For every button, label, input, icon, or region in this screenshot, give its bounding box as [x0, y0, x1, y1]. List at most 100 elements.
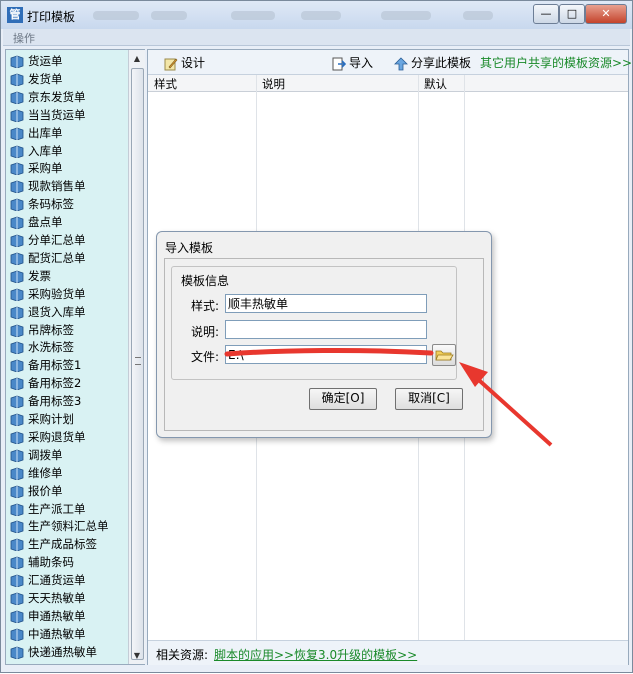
script-usage-link[interactable]: 脚本的应用>>	[214, 646, 294, 663]
template-book-icon	[10, 538, 24, 552]
design-button[interactable]: 设计	[164, 54, 205, 71]
scroll-up-icon[interactable]: ▲	[132, 54, 142, 64]
close-button[interactable]: ✕	[585, 4, 627, 24]
sidebar-item-label: 汇通货运单	[28, 573, 86, 588]
sidebar-item[interactable]: 维修单	[10, 464, 63, 482]
blurred-title-text	[151, 11, 187, 20]
import-template-dialog: 导入模板 模板信息 样式: 顺丰热敏单 说明: 文件: E:\ 确定[O] 取消…	[156, 231, 492, 438]
cancel-button[interactable]: 取消[C]	[395, 388, 463, 410]
maximize-button[interactable]: □	[559, 4, 585, 24]
template-book-icon	[10, 413, 24, 426]
sidebar-item[interactable]: 申通热敏单	[10, 607, 86, 625]
column-header-default[interactable]: 默认	[424, 76, 447, 92]
sidebar-item-label: 备用标签1	[28, 358, 82, 373]
sidebar-item-label: 分单汇总单	[28, 233, 86, 247]
template-book-icon	[10, 145, 24, 158]
import-button[interactable]: 导入	[332, 54, 373, 71]
minimize-button[interactable]: —	[533, 4, 559, 24]
sidebar-item[interactable]: 报价单	[10, 482, 63, 500]
sidebar-item[interactable]: 条码标签	[10, 195, 74, 213]
app-icon: 管	[7, 7, 23, 23]
blurred-title-text	[301, 11, 341, 20]
sidebar-item-label: 盘点单	[28, 215, 63, 230]
sidebar-item[interactable]: 备用标签2	[10, 374, 81, 392]
blurred-title-text	[93, 11, 139, 20]
sidebar-item[interactable]: 备用标签1	[10, 356, 81, 374]
style-field[interactable]: 顺丰热敏单	[225, 294, 427, 313]
table-header: 样式 说明 默认	[148, 75, 628, 92]
sidebar-item[interactable]: 退货入库单	[10, 303, 86, 321]
sidebar-item[interactable]: 吊牌标签	[10, 321, 74, 339]
sidebar-item[interactable]: 中通热敏单	[10, 625, 86, 643]
template-book-icon	[10, 216, 24, 230]
sidebar-item-label: 采购验货单	[28, 286, 86, 301]
sidebar-item[interactable]: 采购验货单	[10, 285, 86, 303]
sidebar-item[interactable]: 采购退货单	[10, 428, 86, 446]
sidebar-item[interactable]: 采购单	[10, 159, 63, 177]
sidebar-item-label: 快递通热敏单	[28, 644, 97, 659]
template-book-icon	[10, 395, 24, 409]
file-path-field[interactable]: E:\	[225, 345, 427, 364]
sidebar-item-label: 京东发货单	[28, 89, 86, 104]
sidebar-item-label: 采购计划	[28, 412, 74, 426]
window-title: 打印模板	[27, 10, 76, 24]
template-book-icon	[10, 485, 24, 498]
sidebar-item-label: 发票	[28, 268, 51, 283]
scroll-down-icon[interactable]: ▼	[132, 651, 142, 661]
column-header-style[interactable]: 样式	[154, 76, 177, 92]
ok-button[interactable]: 确定[O]	[309, 388, 377, 410]
sidebar-item[interactable]: 入库单	[10, 142, 63, 160]
sidebar-item[interactable]: 调拨单	[10, 446, 63, 464]
description-field[interactable]	[225, 320, 427, 339]
footer-bar: 相关资源: 脚本的应用>> 恢复3.0升级的模板>>	[148, 640, 628, 665]
column-header-description[interactable]: 说明	[262, 76, 285, 92]
sidebar-item[interactable]: 当当货运单	[10, 106, 86, 124]
sidebar-scrollbar[interactable]: ▲ ▼	[128, 50, 145, 664]
template-type-list: 货运单 发货单京东发货单当当货运单 出库单 入库单 采购单现款销售单 条码标签盘点单分单汇…	[6, 50, 128, 664]
sidebar-item[interactable]: 发货单	[10, 70, 63, 88]
file-path-text: E:\	[228, 348, 244, 362]
template-book-icon	[10, 449, 24, 462]
sidebar-item-label: 现款销售单	[28, 179, 86, 194]
blurred-title-text	[463, 11, 493, 20]
sidebar-item[interactable]: 现款销售单	[10, 177, 86, 195]
sidebar-item[interactable]: 盘点单	[10, 213, 63, 231]
menu-operation[interactable]: 操作	[13, 30, 35, 46]
sidebar-item-label: 吊牌标签	[28, 322, 74, 337]
browse-file-button[interactable]	[432, 344, 456, 366]
template-book-icon	[10, 109, 24, 122]
sidebar-item[interactable]: 采购计划	[10, 410, 74, 428]
sidebar-item[interactable]: 京东发货单	[10, 88, 86, 106]
restore-templates-link[interactable]: 恢复3.0升级的模板>>	[294, 646, 417, 663]
template-book-icon	[10, 610, 24, 623]
template-book-icon	[10, 556, 24, 570]
sidebar-item[interactable]: 备用标签3	[10, 392, 81, 410]
share-template-button[interactable]: 分享此模板	[394, 54, 471, 71]
sidebar-item[interactable]: 汇通货运单	[10, 571, 86, 589]
sidebar-item[interactable]: 生产领料汇总单	[10, 517, 109, 535]
shared-templates-link[interactable]: 其它用户共享的模板资源>>	[480, 54, 632, 71]
sidebar-item-label: 生产成品标签	[28, 537, 97, 552]
template-book-icon	[10, 520, 24, 534]
sidebar-item[interactable]: 生产派工单	[10, 500, 86, 518]
sidebar-item[interactable]: 快递通热敏单	[10, 643, 97, 661]
sidebar-item[interactable]: 分单汇总单	[10, 231, 86, 249]
sidebar-item-label: 调拨单	[28, 447, 63, 462]
sidebar-item[interactable]: 生产成品标签	[10, 535, 97, 553]
template-book-icon	[10, 628, 24, 641]
sidebar-item[interactable]: 出库单	[10, 124, 63, 142]
sidebar-item[interactable]: 发票	[10, 267, 51, 285]
template-type-sidebar: 货运单 发货单京东发货单当当货运单 出库单 入库单 采购单现款销售单 条码标签盘点单分单汇…	[5, 49, 145, 665]
template-book-icon	[10, 180, 24, 194]
description-label: 说明:	[191, 325, 220, 339]
template-book-icon	[10, 377, 24, 391]
sidebar-item[interactable]: 辅助条码	[10, 553, 74, 571]
scroll-thumb[interactable]	[131, 68, 144, 660]
sidebar-item-label: 天天热敏单	[28, 591, 86, 605]
sidebar-item[interactable]: 天天热敏单	[10, 589, 86, 607]
sidebar-item[interactable]: 货运单	[10, 52, 63, 70]
sidebar-item-label: 发货单	[28, 71, 63, 86]
sidebar-item[interactable]: 水洗标签	[10, 338, 74, 356]
dialog-title: 导入模板	[165, 241, 214, 255]
sidebar-item[interactable]: 配货汇总单	[10, 249, 86, 267]
